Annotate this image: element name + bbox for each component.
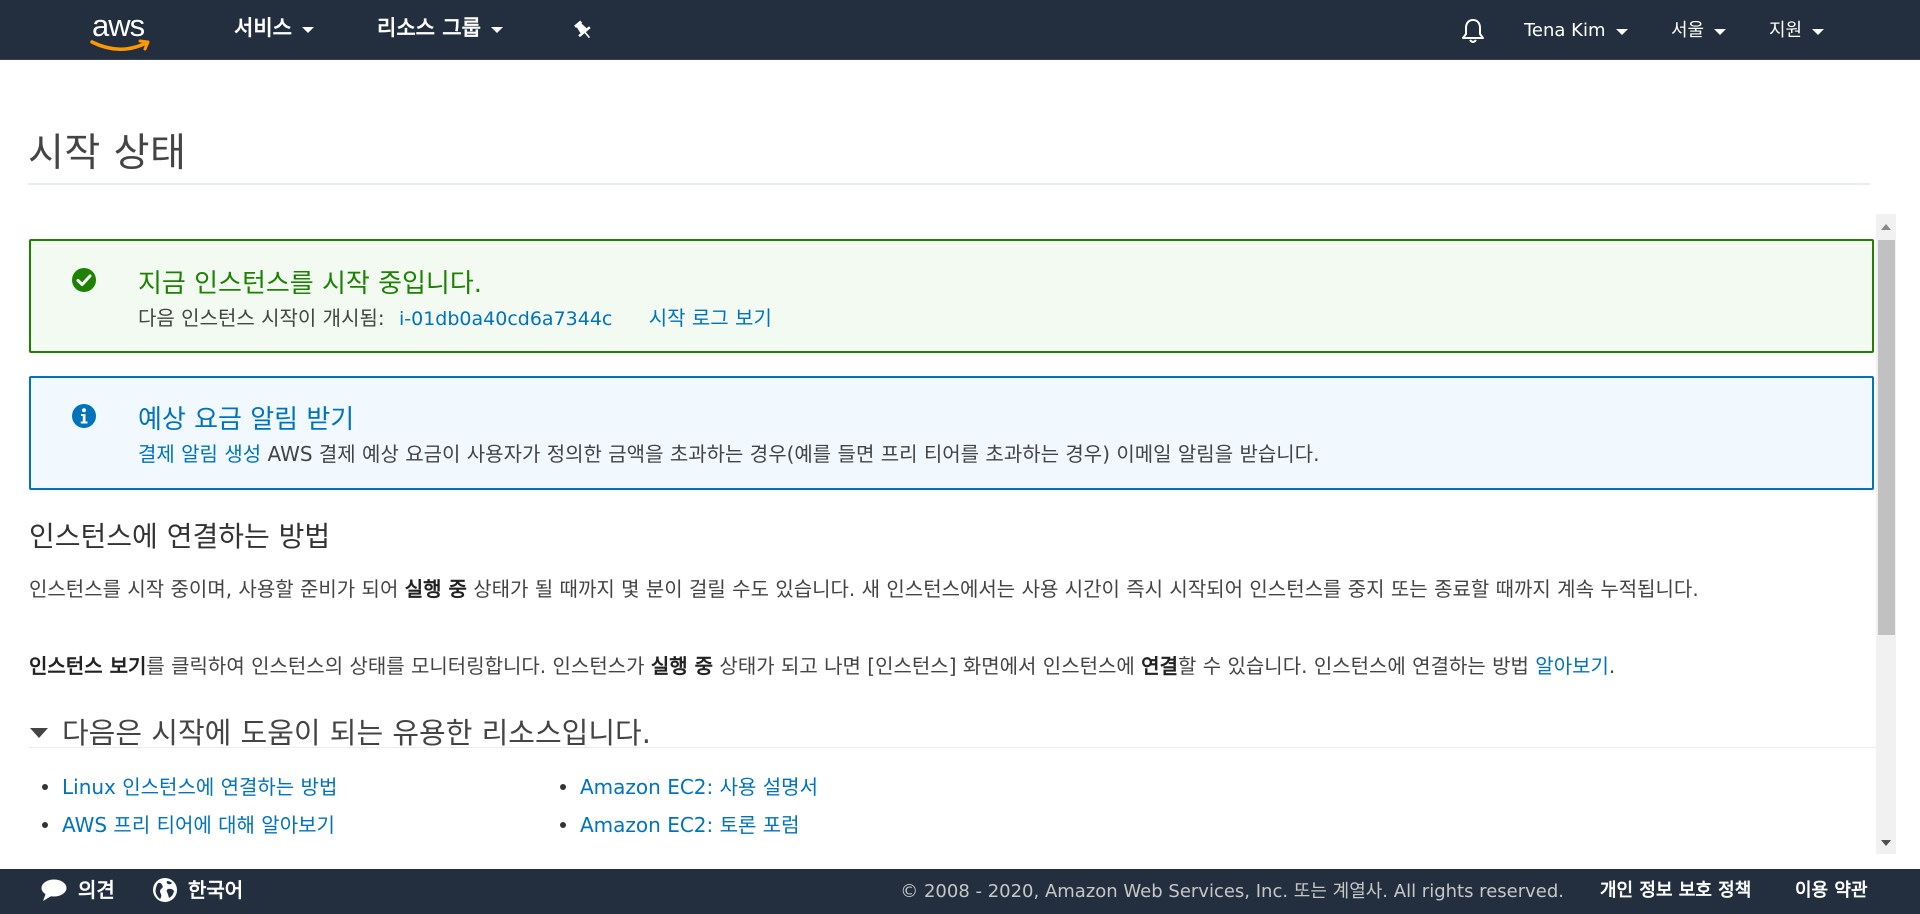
- list-item: Amazon EC2: 사용 설명서: [560, 771, 818, 809]
- user-label: Tena Kim: [1524, 20, 1606, 41]
- region-label: 서울: [1671, 20, 1705, 41]
- launch-success-alert: 지금 인스턴스를 시작 중입니다. 다음 인스턴스 시작이 개시됨: i-01d…: [29, 239, 1874, 353]
- support-label: 지원: [1769, 20, 1803, 41]
- linux-connect-link[interactable]: Linux 인스턴스에 연결하는 방법: [62, 775, 337, 799]
- list-item: Amazon EC2: 토론 포럼: [560, 809, 818, 847]
- para1-text-a: 인스턴스를 시작 중이며, 사용할 준비가 되어: [29, 577, 405, 601]
- services-menu[interactable]: 서비스: [234, 0, 314, 60]
- resources-section-toggle[interactable]: 다음은 시작에 도움이 되는 유용한 리소스입니다.: [30, 710, 651, 752]
- caret-down-icon: [30, 728, 48, 738]
- aws-smile-icon: [90, 39, 150, 51]
- para2-text-b: 상태가 되고 나면 [인스턴스] 화면에서 인스턴스에: [713, 654, 1142, 678]
- list-item: Linux 인스턴스에 연결하는 방법: [42, 771, 337, 809]
- feedback-button[interactable]: 의견: [40, 869, 115, 914]
- create-billing-alert-link[interactable]: 결제 알림 생성: [138, 442, 261, 466]
- feedback-label: 의견: [78, 878, 115, 902]
- resource-groups-menu[interactable]: 리소스 그룹: [377, 0, 503, 60]
- title-divider: [28, 183, 1870, 185]
- chevron-down-icon: [1615, 29, 1628, 35]
- running-state-text: 실행 중: [404, 577, 467, 601]
- top-navigation-bar: aws 서비스 리소스 그룹 Tena Kim 서울 지원: [0, 0, 1920, 60]
- resources-list-left: Linux 인스턴스에 연결하는 방법 AWS 프리 티어에 대해 알아보기: [42, 771, 337, 847]
- privacy-policy-link[interactable]: 개인 정보 보호 정책: [1600, 869, 1751, 914]
- resources-divider: [29, 747, 1876, 748]
- success-check-icon: [72, 268, 96, 292]
- support-menu[interactable]: 지원: [1769, 0, 1825, 60]
- content-scrollbar[interactable]: [1876, 214, 1896, 854]
- scroll-up-arrow-icon[interactable]: [1881, 224, 1891, 230]
- launch-info-paragraph: 인스턴스를 시작 중이며, 사용할 준비가 되어 실행 중 상태가 될 때까지 …: [29, 574, 1869, 605]
- view-instances-paragraph: 인스턴스 보기를 클릭하여 인스턴스의 상태를 모니터링합니다. 인스턴스가 실…: [29, 651, 1869, 682]
- language-label: 한국어: [188, 878, 244, 902]
- connect-text: 연결: [1141, 654, 1178, 678]
- chevron-down-icon: [301, 27, 314, 33]
- footer-bar: 의견 한국어 © 2008 - 2020, Amazon Web Service…: [0, 869, 1920, 914]
- billing-alert-info: 예상 요금 알림 받기 결제 알림 생성 AWS 결제 예상 요금이 사용자가 …: [29, 376, 1874, 490]
- view-instances-text: 인스턴스 보기: [29, 654, 147, 678]
- billing-alert-text: AWS 결제 예상 요금이 사용자가 정의한 금액을 초과하는 경우(예를 들면…: [261, 442, 1320, 466]
- chevron-down-icon: [1714, 29, 1727, 35]
- language-selector[interactable]: 한국어: [152, 869, 243, 914]
- aws-logo[interactable]: aws: [90, 8, 154, 52]
- ec2-user-guide-link[interactable]: Amazon EC2: 사용 설명서: [580, 775, 818, 799]
- billing-alert-message: 결제 알림 생성 AWS 결제 예상 요금이 사용자가 정의한 금액을 초과하는…: [138, 438, 1319, 467]
- success-message: 다음 인스턴스 시작이 개시됨: i-01db0a40cd6a7344c 시작 …: [138, 302, 772, 331]
- scrollbar-thumb[interactable]: [1878, 240, 1895, 635]
- view-launch-log-link[interactable]: 시작 로그 보기: [649, 306, 772, 330]
- globe-icon: [153, 877, 177, 902]
- para2-text-a: 를 클릭하여 인스턴스의 상태를 모니터링합니다. 인스턴스가: [146, 654, 651, 678]
- success-heading: 지금 인스턴스를 시작 중입니다.: [138, 269, 483, 299]
- learn-more-link[interactable]: 알아보기: [1535, 654, 1609, 678]
- success-text: 다음 인스턴스 시작이 개시됨:: [138, 306, 385, 330]
- connect-section-heading: 인스턴스에 연결하는 방법: [29, 520, 331, 553]
- chevron-down-icon: [1812, 29, 1825, 35]
- resources-heading: 다음은 시작에 도움이 되는 유용한 리소스입니다.: [62, 716, 651, 750]
- chevron-down-icon: [490, 27, 503, 33]
- page-title: 시작 상태: [28, 131, 187, 176]
- resources-list-right: Amazon EC2: 사용 설명서 Amazon EC2: 토론 포럼: [560, 771, 818, 847]
- terms-link[interactable]: 이용 약관: [1795, 869, 1868, 914]
- speech-bubble-icon: [41, 879, 67, 901]
- services-label: 서비스: [234, 16, 292, 40]
- region-menu[interactable]: 서울: [1671, 0, 1727, 60]
- para1-text-b: 상태가 될 때까지 몇 분이 걸릴 수도 있습니다. 새 인스턴스에서는 사용 …: [466, 577, 1699, 601]
- ec2-forum-link[interactable]: Amazon EC2: 토론 포럼: [580, 813, 800, 837]
- para2-period: .: [1608, 654, 1616, 678]
- scroll-down-arrow-icon[interactable]: [1881, 840, 1891, 846]
- notifications-bell-icon[interactable]: [1460, 17, 1486, 49]
- copyright-text: © 2008 - 2020, Amazon Web Services, Inc.…: [900, 881, 1564, 902]
- billing-alert-heading: 예상 요금 알림 받기: [138, 405, 355, 435]
- user-menu[interactable]: Tena Kim: [1524, 0, 1628, 60]
- running-state-text: 실행 중: [650, 654, 714, 678]
- list-item: AWS 프리 티어에 대해 알아보기: [42, 809, 337, 847]
- resource-groups-label: 리소스 그룹: [377, 16, 481, 40]
- free-tier-link[interactable]: AWS 프리 티어에 대해 알아보기: [62, 813, 335, 837]
- info-icon: [72, 404, 96, 428]
- instance-id-link[interactable]: i-01db0a40cd6a7344c: [399, 308, 612, 330]
- para2-text-c: 할 수 있습니다. 인스턴스에 연결하는 방법: [1177, 654, 1536, 678]
- pin-icon[interactable]: [572, 19, 594, 45]
